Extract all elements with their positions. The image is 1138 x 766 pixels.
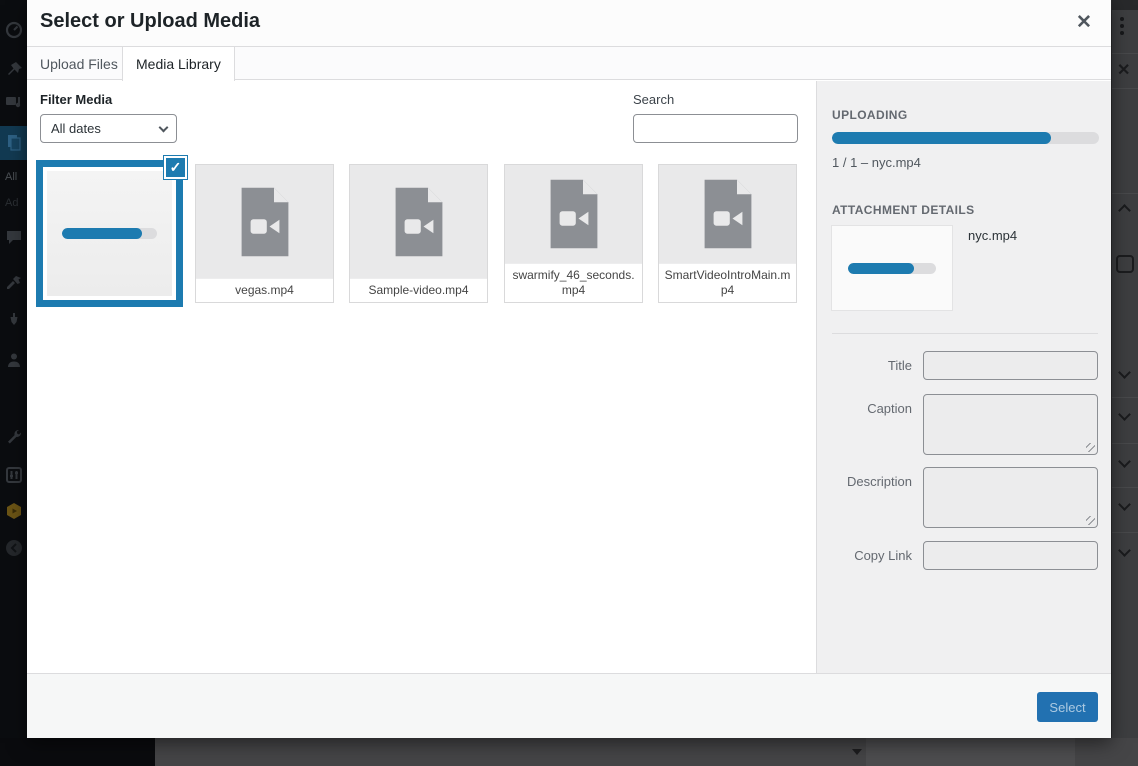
collapse-icon bbox=[5, 539, 25, 559]
video-file-icon bbox=[236, 186, 294, 258]
title-input[interactable] bbox=[923, 351, 1098, 380]
media-item-uploading[interactable]: ✓ bbox=[36, 160, 183, 307]
admin-sidebar: All Ad bbox=[0, 0, 27, 766]
media-item-video[interactable]: swarmify_46_seconds.mp4 bbox=[504, 164, 643, 303]
filter-media-label: Filter Media bbox=[40, 92, 112, 107]
media-item-filename: Sample-video.mp4 bbox=[350, 278, 487, 302]
description-textarea[interactable] bbox=[923, 467, 1098, 528]
screen: All Ad ✕ bbox=[0, 0, 1138, 766]
page-behind-modal bbox=[0, 738, 1138, 766]
copy-link-label: Copy Link bbox=[817, 548, 912, 563]
modal-title: Select or Upload Media bbox=[40, 10, 260, 33]
sidebar-progress-track bbox=[832, 132, 1099, 144]
media-item-video[interactable]: vegas.mp4 bbox=[195, 164, 334, 303]
select-button[interactable]: Select bbox=[1037, 692, 1098, 722]
close-icon: ✕ bbox=[1117, 60, 1130, 80]
uploading-heading: UPLOADING bbox=[832, 108, 908, 122]
attachment-filename: nyc.mp4 bbox=[968, 228, 1017, 243]
tab-media-library[interactable]: Media Library bbox=[122, 46, 235, 82]
sidebar-submenu-add[interactable]: Ad bbox=[5, 197, 18, 209]
title-label: Title bbox=[817, 358, 912, 373]
media-modal: Select or Upload Media ✕ Upload Files Me… bbox=[27, 0, 1111, 738]
search-input[interactable] bbox=[633, 114, 798, 143]
settings-icon bbox=[5, 466, 25, 486]
comments-icon bbox=[5, 228, 25, 248]
selected-check-icon[interactable]: ✓ bbox=[163, 155, 188, 180]
media-icon bbox=[5, 93, 25, 113]
attachment-details-heading: ATTACHMENT DETAILS bbox=[832, 203, 975, 217]
media-item-video[interactable]: Sample-video.mp4 bbox=[349, 164, 488, 303]
thumbnail-progress-track bbox=[848, 263, 936, 274]
video-file-icon bbox=[390, 186, 448, 258]
modal-header: Select or Upload Media ✕ bbox=[27, 0, 1111, 46]
caption-label: Caption bbox=[817, 401, 912, 416]
editor-content-edge bbox=[866, 738, 1075, 766]
chevron-down-icon bbox=[1118, 408, 1131, 421]
video-file-icon bbox=[699, 178, 757, 250]
video-thumbnail bbox=[196, 165, 333, 278]
attachment-sidebar: UPLOADING 1 / 1 – nyc.mp4 ATTACHMENT DET… bbox=[816, 81, 1111, 673]
caption-textarea[interactable] bbox=[923, 394, 1098, 455]
kebab-menu-icon bbox=[1120, 17, 1124, 35]
admin-bar-edge bbox=[1112, 0, 1138, 10]
users-icon bbox=[5, 351, 25, 371]
video-file-icon bbox=[545, 178, 603, 250]
media-item-filename: SmartVideoIntroMain.mp4 bbox=[659, 263, 796, 302]
media-item-filename: swarmify_46_seconds.mp4 bbox=[505, 263, 642, 302]
pin-icon bbox=[5, 61, 25, 81]
sidebar-progress-fill bbox=[832, 132, 1051, 144]
dashboard-icon bbox=[5, 21, 25, 41]
attachment-thumbnail bbox=[832, 226, 952, 310]
chevron-down-icon bbox=[1118, 544, 1131, 557]
checkbox-icon bbox=[1116, 255, 1134, 273]
sidebar-submenu-all[interactable]: All bbox=[5, 171, 17, 183]
upload-progress-track bbox=[62, 228, 157, 239]
media-item-video[interactable]: SmartVideoIntroMain.mp4 bbox=[658, 164, 797, 303]
search-label: Search bbox=[633, 92, 674, 107]
chevron-down-icon bbox=[159, 123, 169, 133]
selection-frame bbox=[43, 167, 176, 300]
copy-link-input[interactable] bbox=[923, 541, 1098, 570]
upload-progress-fill bbox=[62, 228, 142, 239]
dropdown-caret-icon bbox=[852, 749, 862, 755]
smartvideo-icon bbox=[5, 502, 25, 522]
tools-icon bbox=[5, 273, 25, 293]
chevron-down-icon bbox=[1118, 366, 1131, 379]
sidebar-item-current[interactable] bbox=[0, 126, 27, 160]
chevron-up-icon bbox=[1118, 204, 1131, 217]
chevron-down-icon bbox=[1118, 455, 1131, 468]
thumbnail-progress-fill bbox=[848, 263, 914, 274]
divider bbox=[832, 333, 1098, 334]
filter-dates-value: All dates bbox=[51, 121, 101, 136]
modal-close-button[interactable]: ✕ bbox=[1071, 10, 1097, 36]
tab-upload-files[interactable]: Upload Files bbox=[27, 47, 131, 81]
chevron-down-icon bbox=[1118, 498, 1131, 511]
video-thumbnail bbox=[350, 165, 487, 278]
modal-tab-bar: Upload Files Media Library bbox=[27, 46, 1111, 80]
uploading-thumbnail bbox=[47, 171, 172, 296]
modal-footer: Select bbox=[27, 673, 1111, 738]
description-label: Description bbox=[817, 474, 912, 489]
wrench-icon bbox=[5, 428, 25, 448]
editor-settings-rail: ✕ bbox=[1111, 0, 1138, 738]
filter-dates-dropdown[interactable]: All dates bbox=[40, 114, 177, 143]
pages-icon bbox=[5, 133, 25, 153]
video-thumbnail bbox=[505, 165, 642, 263]
video-thumbnail bbox=[659, 165, 796, 263]
upload-status-text: 1 / 1 – nyc.mp4 bbox=[832, 155, 921, 170]
media-item-filename: vegas.mp4 bbox=[196, 278, 333, 302]
plugins-icon bbox=[5, 311, 25, 331]
admin-sidebar-edge bbox=[0, 738, 155, 766]
